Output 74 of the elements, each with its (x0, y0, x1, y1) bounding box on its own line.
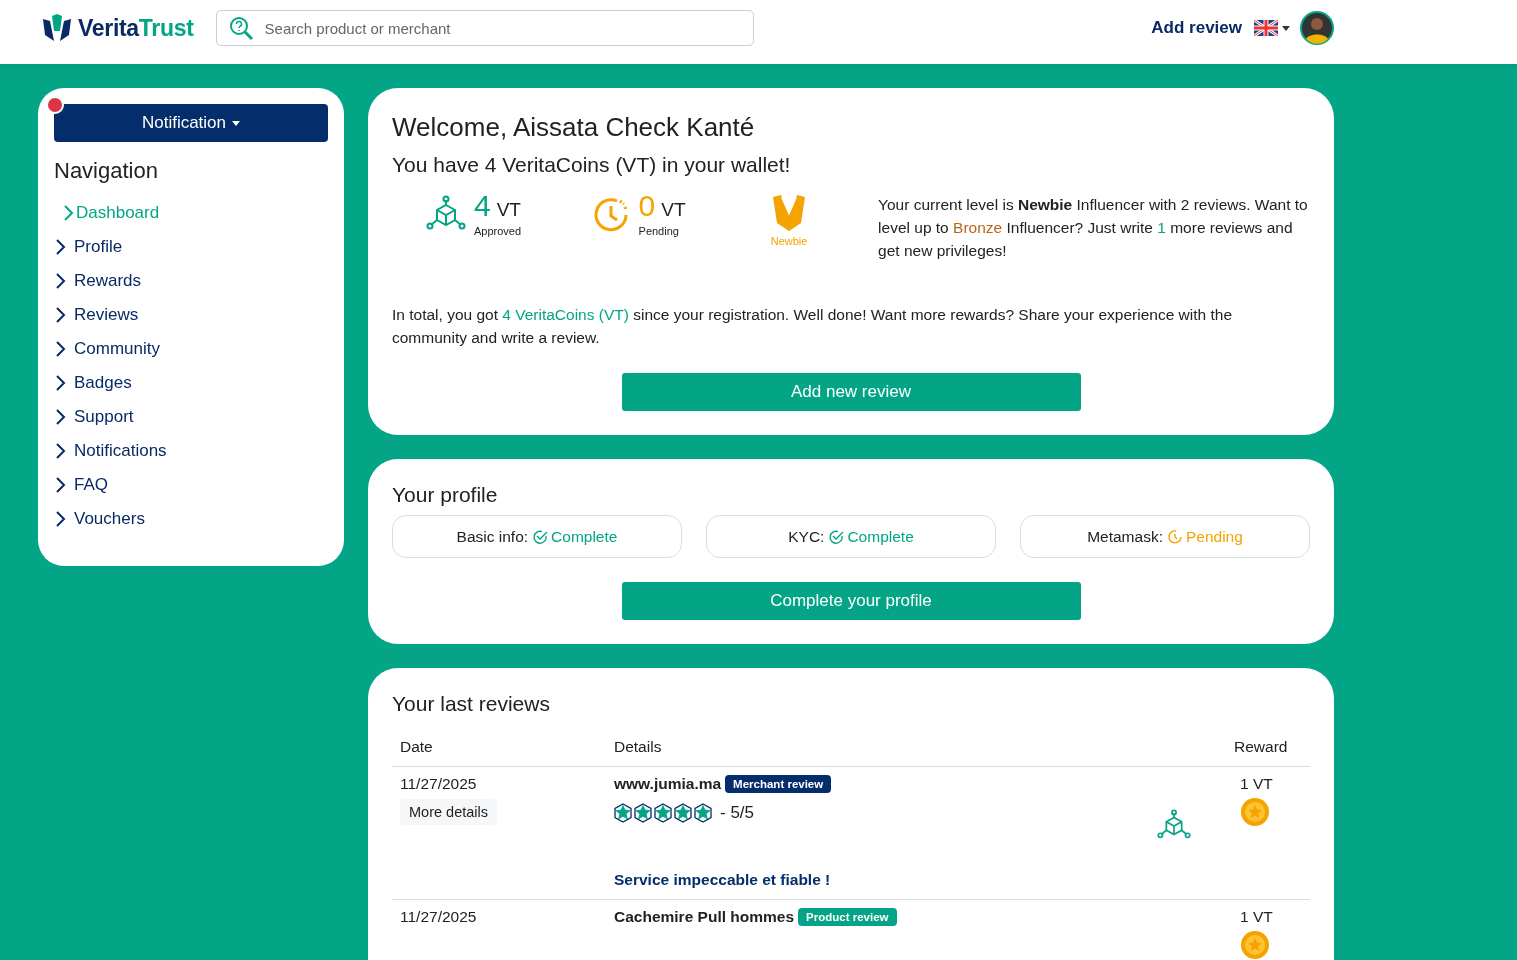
date-cell: 11/27/2025 (400, 775, 477, 792)
chevron-icon (54, 340, 66, 358)
coin-icon (1240, 797, 1270, 827)
rating-text: - 5/5 (720, 803, 755, 823)
nav-item[interactable]: FAQ (54, 468, 108, 502)
chevron-icon (54, 476, 66, 494)
check-circle-icon (828, 528, 845, 545)
navigation-title: Navigation (54, 158, 158, 184)
column-header: Details (614, 738, 663, 756)
review-type-badge: Merchant review (725, 775, 832, 793)
logo-text: VeritaTrust (78, 14, 194, 42)
review-title: Cachemire Pull hommes (614, 908, 795, 926)
date-cell: 11/27/2025 (400, 908, 477, 925)
chevron-icon (54, 238, 66, 256)
status-value: Pending (1185, 527, 1243, 546)
coin-icon (1240, 930, 1270, 960)
chevron-icon (54, 408, 66, 426)
clock-icon (1166, 528, 1183, 545)
star-icon (654, 803, 672, 823)
nav-item[interactable]: Badges (54, 366, 132, 400)
column-header: Reward (1234, 738, 1289, 756)
notification-button[interactable]: Notification (54, 104, 328, 142)
coin-unit: VT (661, 199, 686, 220)
nav-item[interactable]: Notifications (54, 434, 167, 468)
level-text: Your current level is Newbie Influencer with 2 reviews. Want to level up to Bronze Influencer? Just write 1 more reviews and get new privileges! (878, 195, 1309, 261)
coin-count: 0 (638, 189, 656, 222)
total-text: In total, you got 4 VeritaCoins (VT) since your registration. Well done! Want more rewards? Share your experience with the community and write a review. (392, 305, 1233, 348)
caret-icon (1282, 25, 1290, 31)
level-label: Newbie (770, 235, 808, 247)
status-label: Basic info: (456, 527, 529, 546)
welcome-title: Welcome, Aissata Check Kanté (392, 112, 756, 143)
stat-label: Pending (638, 225, 680, 237)
profile-title: Your profile (392, 483, 499, 507)
status-value: Complete (551, 527, 618, 546)
reviews-title: Your last reviews (392, 692, 551, 716)
star-icon (634, 803, 652, 823)
reward-amount: 1 VT (1240, 908, 1273, 926)
review-type-badge: Product review (798, 908, 897, 926)
stat-label: Approved (474, 225, 522, 237)
add-review-link[interactable]: Add review (1151, 18, 1242, 38)
nav-item[interactable]: Reviews (54, 298, 139, 332)
flag-icon (1254, 20, 1278, 36)
star-icon (674, 803, 692, 823)
coin-count: 4 (474, 189, 491, 222)
nav-item[interactable]: Support (54, 400, 134, 434)
review-title: www.jumia.ma (614, 775, 722, 793)
level-shield-icon (771, 193, 808, 231)
status-value: Complete (847, 527, 914, 546)
notification-dot (46, 96, 64, 114)
nav-item[interactable]: Vouchers (54, 502, 145, 536)
avatar-icon (1300, 11, 1334, 45)
chevron-icon (54, 306, 66, 324)
review-comment: Service impeccable et fiable ! (614, 871, 831, 889)
chevron-icon (54, 510, 66, 528)
status-label: KYC: (788, 527, 825, 546)
star-icon (694, 803, 712, 823)
chevron-icon (54, 272, 66, 290)
caret-icon (232, 120, 241, 126)
nav-item[interactable]: Community (54, 332, 160, 366)
nav-item[interactable]: Profile (54, 230, 123, 264)
chevron-icon (54, 374, 66, 392)
star-icon (614, 803, 632, 823)
status-label: Metamask: (1087, 527, 1163, 546)
nav-item[interactable]: Rewards (54, 264, 142, 298)
column-header: Date (400, 738, 434, 756)
logo-icon (42, 13, 72, 43)
more-details-button[interactable]: More details (400, 799, 497, 825)
chevron-icon (62, 204, 74, 222)
chevron-icon (54, 442, 66, 460)
coin-unit: VT (496, 199, 521, 220)
wallet-subtitle: You have 4 VeritaCoins (VT) in your wallet! (392, 153, 792, 177)
search-field[interactable]: Search product or merchant (215, 10, 754, 46)
reward-amount: 1 VT (1240, 775, 1273, 793)
check-circle-icon (532, 528, 549, 545)
